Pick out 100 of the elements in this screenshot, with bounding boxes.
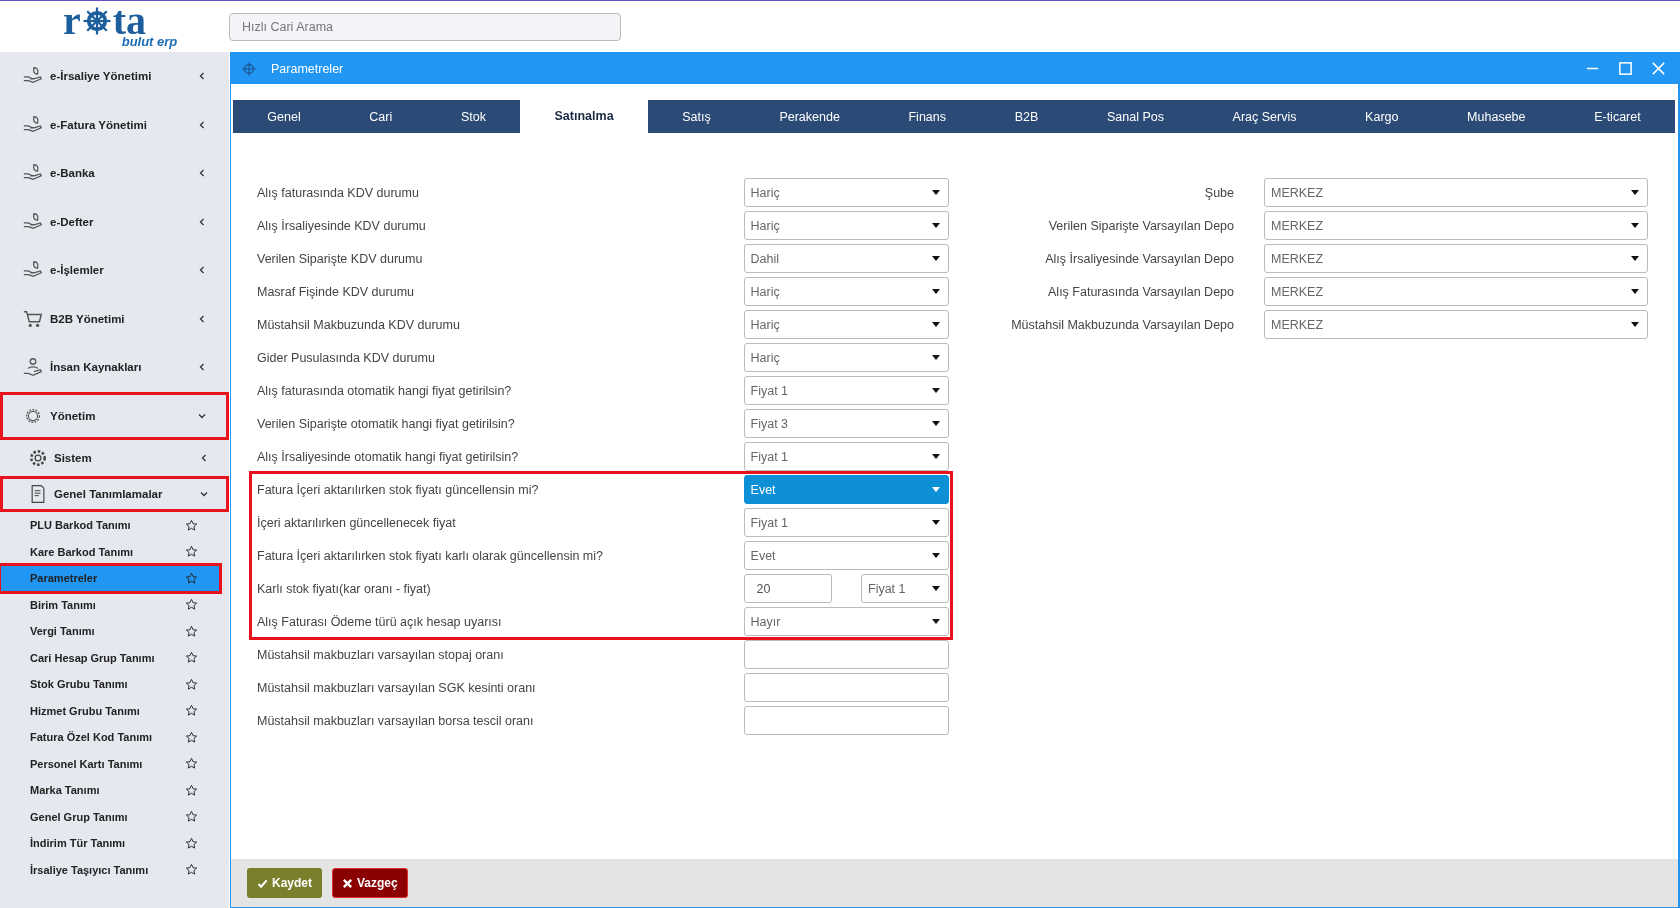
menu-item[interactable]: e-İşlemler [0, 246, 229, 295]
chevron-icon [197, 168, 207, 179]
input-field[interactable] [743, 640, 949, 669]
menu-item[interactable]: Birim Tanımı [0, 591, 220, 618]
menu-item[interactable]: İndirim Tür Tanımı [0, 830, 220, 857]
menu-item[interactable]: e-Fatura Yönetimi [0, 100, 229, 149]
tab[interactable]: Finans [874, 100, 981, 133]
star-icon [185, 863, 198, 877]
caret-icon [932, 322, 940, 327]
menu-item[interactable]: Sistem [0, 440, 229, 476]
caret-icon [1631, 223, 1639, 228]
chevron-icon [197, 313, 207, 324]
field-label: Verilen Siparişte KDV durumu [257, 251, 424, 266]
cancel-button[interactable]: Vazgeç [332, 868, 408, 898]
caret-icon [932, 355, 940, 360]
field-label: Şube [1203, 185, 1235, 200]
star-icon [185, 810, 198, 824]
menu-item[interactable]: e-Defter [0, 197, 229, 246]
menu-item[interactable]: Kare Barkod Tanımı [0, 538, 220, 565]
tab[interactable]: Perakende [745, 100, 875, 133]
tab[interactable]: Cari [335, 100, 427, 133]
caret-icon [932, 223, 940, 228]
tab[interactable]: Araç Servis [1198, 100, 1331, 133]
dropdown[interactable]: Hariç [743, 211, 949, 240]
window-title: Parametreler [271, 61, 345, 76]
dropdown[interactable]: Evet [743, 475, 949, 504]
menu-item[interactable]: e-Banka [0, 149, 229, 198]
dropdown[interactable]: MERKEZ [1264, 178, 1648, 207]
tab[interactable]: Sanal Pos [1072, 100, 1199, 133]
chevron-icon [197, 216, 207, 227]
dropdown[interactable]: MERKEZ [1264, 277, 1648, 306]
menu-item[interactable]: İnsan Kaynakları [0, 343, 229, 392]
caret-icon [932, 256, 940, 261]
input-field[interactable] [743, 673, 949, 702]
input-field[interactable]: 20 [743, 574, 832, 603]
caret-icon [932, 520, 940, 525]
field-label: Müstahsil makbuzları varsayılan borsa tescil oranı [257, 713, 535, 728]
tab[interactable]: E-ticaret [1559, 100, 1675, 133]
dropdown[interactable]: Fiyat 1 [861, 574, 949, 603]
menu-item[interactable]: İrsaliye Taşıyıcı Tanımı [0, 856, 220, 883]
menu-item[interactable]: Fatura Özel Kod Tanımı [0, 724, 220, 751]
caret-icon [932, 487, 940, 492]
save-button[interactable]: Kaydet [247, 868, 322, 898]
chevron-icon [197, 71, 207, 82]
star-icon [185, 518, 198, 532]
tab[interactable]: B2B [980, 100, 1073, 133]
dropdown[interactable]: Fiyat 1 [743, 442, 949, 471]
dropdown[interactable]: Fiyat 1 [743, 508, 949, 537]
caret-icon [932, 190, 940, 195]
star-icon [185, 651, 198, 665]
star-icon [185, 545, 198, 559]
dropdown[interactable]: Evet [743, 541, 949, 570]
star-icon [185, 571, 198, 585]
menu-item[interactable]: Genel Grup Tanımı [0, 803, 220, 830]
menu-item[interactable]: B2B Yönetimi [0, 294, 229, 343]
dropdown[interactable]: Hariç [743, 310, 949, 339]
menu-item[interactable]: e-İrsaliye Yönetimi [0, 52, 229, 101]
field-label: Verilen Siparişte otomatik hangi fiyat getirilsin? [257, 416, 516, 431]
dropdown[interactable]: MERKEZ [1264, 211, 1648, 240]
search-field[interactable]: Hızlı Cari Arama [229, 12, 621, 41]
caret-icon [1631, 190, 1639, 195]
menu-item[interactable]: Parametreler [0, 565, 220, 592]
tab[interactable]: Satınalma [520, 100, 648, 133]
star-icon [185, 624, 198, 638]
chevron-icon [197, 119, 207, 130]
field-label: Alış İrsaliyesinde otomatik hangi fiyat getirilsin? [257, 449, 520, 464]
field-label: Müstahsil Makbuzunda Varsayılan Depo [1010, 317, 1235, 332]
chevron-icon [197, 362, 207, 373]
dropdown[interactable]: Hariç [743, 343, 949, 372]
tab[interactable]: Genel [233, 100, 335, 133]
caret-icon [932, 586, 940, 591]
dropdown[interactable]: Fiyat 1 [743, 376, 949, 405]
tab[interactable]: Kargo [1330, 100, 1433, 133]
chevron-icon [199, 489, 209, 499]
dropdown[interactable]: Hayır [743, 607, 949, 636]
menu-item[interactable]: Stok Grubu Tanımı [0, 671, 220, 698]
dropdown[interactable]: Hariç [743, 178, 949, 207]
caret-icon [1631, 322, 1639, 327]
menu-item[interactable]: Personel Kartı Tanımı [0, 750, 220, 777]
menu-item[interactable]: Hizmet Grubu Tanımı [0, 697, 220, 724]
menu-item[interactable]: Genel Tanımlamalar [0, 476, 229, 512]
tab[interactable]: Stok [426, 100, 521, 133]
input-field[interactable] [743, 706, 949, 735]
menu-item[interactable]: Vergi Tanımı [0, 618, 220, 645]
tab[interactable]: Muhasebe [1432, 100, 1560, 133]
dropdown[interactable]: Dahil [743, 244, 949, 273]
tab[interactable]: Satış [647, 100, 746, 133]
menu-item[interactable]: Yönetim [0, 391, 229, 440]
menu-item[interactable]: PLU Barkod Tanımı [0, 512, 220, 539]
dropdown[interactable]: MERKEZ [1264, 310, 1648, 339]
maximize-icon[interactable] [1618, 61, 1633, 76]
dropdown[interactable]: Fiyat 3 [743, 409, 949, 438]
star-icon [185, 783, 198, 797]
field-label: Fatura İçeri aktarılırken stok fiyatı güncellensin mi? [257, 482, 540, 497]
dropdown[interactable]: MERKEZ [1264, 244, 1648, 273]
dropdown[interactable]: Hariç [743, 277, 949, 306]
field-label: Karlı stok fiyatı(kar oranı - fiyat) [257, 581, 432, 596]
close-icon[interactable] [1651, 61, 1666, 76]
menu-item[interactable]: Cari Hesap Grup Tanımı [0, 644, 220, 671]
menu-item[interactable]: Marka Tanımı [0, 777, 220, 804]
